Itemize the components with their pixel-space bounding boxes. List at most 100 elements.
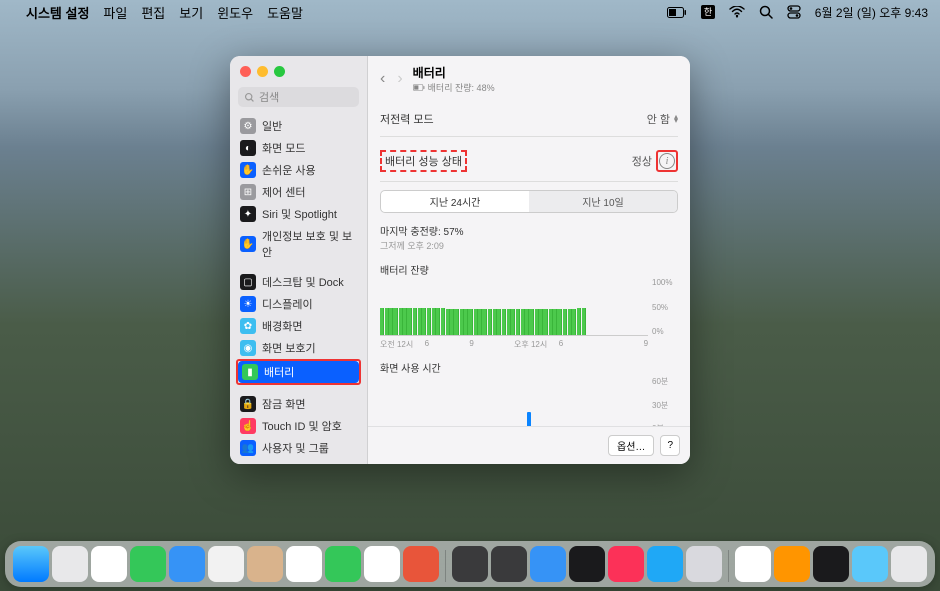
sidebar-item-label: Siri 및 Spotlight xyxy=(262,206,337,222)
menubar: 시스템 설정 파일 편집 보기 윈도우 도움말 한 6월 2일 (일) 오후 9… xyxy=(0,0,940,24)
sidebar-item-13[interactable]: 🔒잠금 화면 xyxy=(236,393,361,415)
segment-24h[interactable]: 지난 24시간 xyxy=(381,191,529,212)
battery-bar xyxy=(582,308,586,335)
dock-safari[interactable] xyxy=(91,546,127,582)
menu-window[interactable]: 윈도우 xyxy=(217,3,253,22)
sidebar-item-0[interactable]: ⚙일반 xyxy=(236,115,361,137)
battery-bar xyxy=(394,308,398,335)
dock-keynote[interactable] xyxy=(530,546,566,582)
battery-bar xyxy=(539,309,543,335)
sidebar-item-label: 디스플레이 xyxy=(262,296,313,312)
search-input[interactable]: 검색 xyxy=(238,87,359,107)
sidebar-item-7[interactable]: ▢데스크탑 및 Dock xyxy=(236,271,361,293)
page-title: 배터리 xyxy=(413,64,495,81)
app-name[interactable]: 시스템 설정 xyxy=(26,3,89,22)
menu-help[interactable]: 도움말 xyxy=(267,3,303,22)
close-button[interactable] xyxy=(240,66,251,77)
nav-back-button[interactable]: ‹ xyxy=(378,70,387,88)
battery-bar xyxy=(389,308,393,335)
sidebar-item-label: 제어 센터 xyxy=(262,184,306,200)
dock-calendar[interactable] xyxy=(364,546,400,582)
dock-appstore-1[interactable] xyxy=(491,546,527,582)
dock-stocks[interactable] xyxy=(813,546,849,582)
battery-bar xyxy=(563,309,567,335)
menu-view[interactable]: 보기 xyxy=(179,3,203,22)
sidebar-item-2[interactable]: ✋손쉬운 사용 xyxy=(236,159,361,181)
sidebar-item-4[interactable]: ✦ Siri 및 Spotlight xyxy=(236,203,361,225)
sidebar-item-1[interactable]: ◐화면 모드 xyxy=(236,137,361,159)
dock-facetime[interactable] xyxy=(325,546,361,582)
menu-file[interactable]: 파일 xyxy=(103,3,127,22)
sidebar-icon: ▢ xyxy=(240,274,256,290)
last-charge-row: 마지막 충전량: 57% 그저께 오후 2:09 xyxy=(380,223,678,252)
battery-bar xyxy=(436,308,440,335)
segment-10d[interactable]: 지난 10일 xyxy=(529,191,677,212)
battery-bar xyxy=(418,308,422,335)
sidebar-item-label: 잠금 화면 xyxy=(262,396,306,412)
minimize-button[interactable] xyxy=(257,66,268,77)
battery-bar xyxy=(525,309,529,335)
dock-maps[interactable] xyxy=(208,546,244,582)
dock-reminders[interactable] xyxy=(286,546,322,582)
battery-health-label: 배터리 성능 상태 xyxy=(380,150,467,172)
sidebar-item-11[interactable]: ▮ 배터리 xyxy=(238,361,359,383)
sidebar-icon: ◉ xyxy=(240,340,256,356)
search-placeholder: 검색 xyxy=(259,89,279,105)
help-button[interactable]: ? xyxy=(660,435,680,456)
nav-forward-button[interactable]: › xyxy=(395,70,404,88)
spotlight-icon[interactable] xyxy=(759,5,773,19)
sidebar-item-label: 화면 보호기 xyxy=(262,340,316,356)
updown-icon: ▴▾ xyxy=(674,115,678,123)
dock-messages[interactable] xyxy=(130,546,166,582)
dock-notes[interactable] xyxy=(735,546,771,582)
sidebar-item-label: 화면 모드 xyxy=(262,140,306,156)
menu-edit[interactable]: 편집 xyxy=(141,3,165,22)
sidebar-item-label: 배터리 xyxy=(264,364,294,380)
dock-mail[interactable] xyxy=(169,546,205,582)
sidebar-item-8[interactable]: ☀디스플레이 xyxy=(236,293,361,315)
battery-bar xyxy=(558,309,562,335)
battery-health-row: 배터리 성능 상태 정상 i xyxy=(380,145,678,177)
dock-appstore-2[interactable] xyxy=(647,546,683,582)
dock-tv[interactable] xyxy=(569,546,605,582)
sidebar-item-label: 배경화면 xyxy=(262,318,302,334)
input-icon[interactable]: 한 xyxy=(701,5,715,19)
menubar-clock[interactable]: 6월 2일 (일) 오후 9:43 xyxy=(815,4,928,21)
dock-pages[interactable] xyxy=(774,546,810,582)
dock-finder[interactable] xyxy=(13,546,49,582)
maximize-button[interactable] xyxy=(274,66,285,77)
content-header: ‹ › 배터리 배터리 잔량: 48% xyxy=(368,56,690,100)
dock xyxy=(5,541,935,587)
sidebar-item-14[interactable]: ☝Touch ID 및 암호 xyxy=(236,415,361,437)
screen-bar xyxy=(527,412,531,426)
sidebar-item-15[interactable]: 👥사용자 및 그룹 xyxy=(236,437,361,459)
sidebar-icon: ▮ xyxy=(242,364,258,380)
dock-files[interactable] xyxy=(852,546,888,582)
battery-bar xyxy=(408,308,412,335)
options-button[interactable]: 옵션… xyxy=(608,435,654,456)
screen-time-label: 화면 사용 시간 xyxy=(380,360,678,375)
battery-bar xyxy=(483,309,487,335)
dock-trash[interactable] xyxy=(891,546,927,582)
screen-time-chart: 화면 사용 시간 60분 30분 0분 오전 12시 6 9 오후 12시 6 … xyxy=(380,360,678,426)
sidebar-icon: ✦ xyxy=(240,206,256,222)
time-range-segment[interactable]: 지난 24시간 지난 10일 xyxy=(380,190,678,213)
dock-launchpad[interactable] xyxy=(52,546,88,582)
dock-other[interactable] xyxy=(452,546,488,582)
dock-contacts[interactable] xyxy=(247,546,283,582)
battery-health-value: 정상 xyxy=(632,153,652,169)
control-center-icon[interactable] xyxy=(787,5,801,19)
dock-settings[interactable] xyxy=(686,546,722,582)
dock-music[interactable] xyxy=(608,546,644,582)
svg-text:한: 한 xyxy=(704,7,712,17)
battery-bar xyxy=(535,309,539,335)
low-power-mode-row[interactable]: 저전력 모드 안 함▴▾ xyxy=(380,106,678,132)
battery-icon[interactable] xyxy=(667,7,687,18)
sidebar-item-5[interactable]: ✋개인정보 보호 및 보안 xyxy=(236,225,361,263)
sidebar-item-10[interactable]: ◉ 화면 보호기 xyxy=(236,337,361,359)
wifi-icon[interactable] xyxy=(729,6,745,18)
sidebar-item-9[interactable]: ✿배경화면 xyxy=(236,315,361,337)
sidebar-item-3[interactable]: ⊞제어 센터 xyxy=(236,181,361,203)
dock-dictionary[interactable] xyxy=(403,546,439,582)
battery-health-info-button[interactable]: i xyxy=(656,150,678,172)
